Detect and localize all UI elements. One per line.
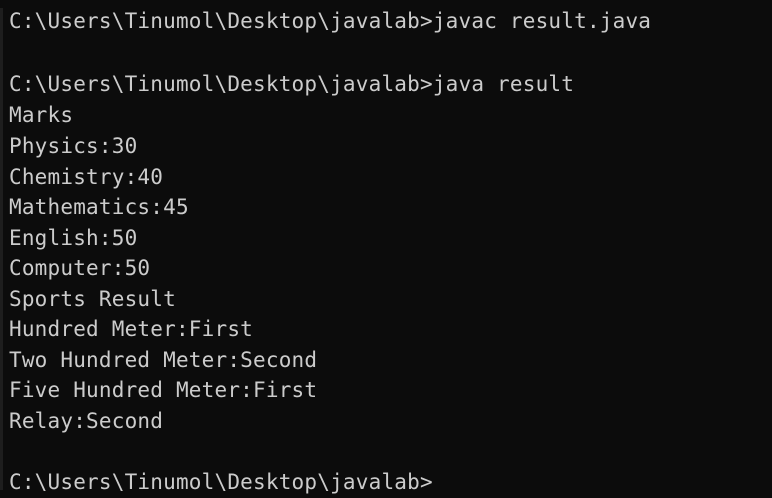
console-line-computer: Computer:50 [9,256,151,280]
command-prompt-output[interactable]: C:\Users\Tinumol\Desktop\javalab>javac r… [0,0,772,498]
left-edge-marker [0,8,3,490]
console-line-two-hundred-meter: Two Hundred Meter:Second [9,348,318,372]
console-line-prompt[interactable]: C:\Users\Tinumol\Desktop\javalab> [9,467,433,497]
console-line-java-command: C:\Users\Tinumol\Desktop\javalab>java re… [9,72,575,96]
console-line-chemistry: Chemistry:40 [9,165,164,189]
console-line-javac-command: C:\Users\Tinumol\Desktop\javalab>javac r… [9,9,652,33]
console-line-relay: Relay:Second [9,409,164,433]
console-line-physics: Physics:30 [9,134,138,158]
console-line-marks-heading: Marks [9,103,74,127]
console-line-english: English:50 [9,226,138,250]
console-line-five-hundred-meter: Five Hundred Meter:First [9,378,318,402]
console-line-mathematics: Mathematics:45 [9,195,189,219]
console-line-sports-heading: Sports Result [9,287,176,311]
console-line-hundred-meter: Hundred Meter:First [9,317,254,341]
